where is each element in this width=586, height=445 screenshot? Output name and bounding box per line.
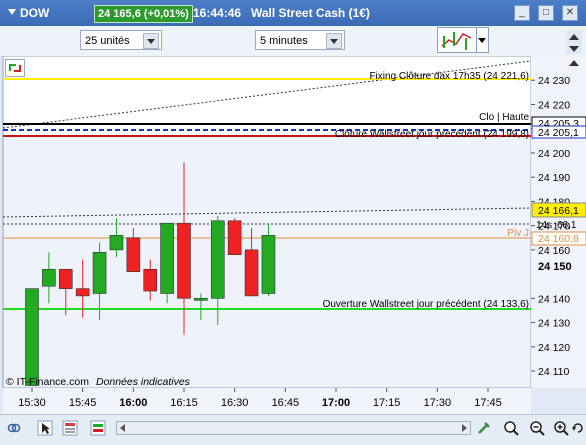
candle-down (177, 222, 191, 299)
chart-canvas: 15:30 15:45 16:00 16:15 16:30 16:45 17:00 17:15… (2, 55, 586, 414)
arrow-icon[interactable] (37, 420, 53, 436)
close-button[interactable]: ✕ (562, 5, 578, 21)
zoom-out-icon[interactable] (553, 420, 569, 436)
candle-down (126, 237, 141, 272)
y-tick-label: 24 160 (538, 245, 570, 257)
candle-up (42, 268, 56, 287)
zoom-fit-icon[interactable] (503, 420, 519, 436)
copyright-owner: © IT-Finance.com (6, 376, 89, 388)
time-scrollbar[interactable] (116, 421, 471, 435)
x-tick-label: 17:45 (474, 397, 502, 409)
bold-price-label: 24 150 (538, 261, 572, 273)
candle-up (109, 235, 124, 251)
panel-toggle[interactable] (566, 30, 582, 66)
y-tick-label: 24 120 (538, 342, 570, 354)
layers-icon[interactable] (90, 420, 106, 436)
chevron-down-icon[interactable] (143, 33, 159, 49)
x-tick-label: 16:45 (272, 397, 300, 409)
zoom-in-icon[interactable] (529, 420, 545, 436)
y-tick-label: 24 190 (538, 172, 570, 184)
pivot-annotation: Piv J (507, 228, 529, 239)
swap-icon (9, 64, 21, 72)
x-tick-label: 17:30 (424, 397, 452, 409)
status-bar (0, 414, 586, 445)
toolbar: 25 unités 5 minutes (0, 26, 586, 56)
candle-down (75, 288, 90, 297)
current-price-label: 24 166,1 (538, 205, 579, 217)
symbol-dropdown-icon[interactable] (8, 9, 16, 15)
x-tick-label: 15:30 (18, 397, 46, 409)
y-tick-label: 24 220 (538, 99, 570, 111)
candle-up (160, 222, 174, 294)
fixing-annotation: Fixing Clôture dax 17h35 (24 221,6) (369, 71, 529, 82)
title-bar: DOW 24 165,6 (+0,01%) 16:44:46 Wall Stre… (0, 0, 586, 27)
maximize-button[interactable]: □ (538, 5, 554, 21)
symbol-label[interactable]: DOW (20, 6, 49, 20)
interval-select[interactable]: 5 minutes (255, 30, 345, 50)
candle-up (210, 220, 225, 299)
clock-time: 16:44:46 (193, 6, 242, 20)
x-tick-label: 17:15 (373, 397, 401, 409)
units-select[interactable]: 25 unités (80, 30, 162, 50)
x-tick-label: 16:30 (221, 397, 249, 409)
y-tick-label: 24 200 (538, 148, 570, 160)
units-value: 25 unités (85, 35, 130, 47)
x-tick-label: 16:15 (170, 397, 198, 409)
chart-type-icon (441, 32, 472, 50)
link-icon[interactable] (6, 420, 22, 436)
candle-up (261, 235, 276, 294)
ouverture-annotation: Ouverture Wallstreet jour précédent (24 … (323, 299, 529, 310)
scroll-left-icon[interactable] (120, 424, 125, 432)
indicative-note: Données indicatives (96, 376, 191, 388)
table-icon[interactable] (62, 420, 78, 436)
candle-up (92, 251, 107, 294)
price-badge: 24 165,6 (+0,01%) (94, 5, 193, 23)
cloture-annotation: Clôture Wallstreet jour précédent (24 19… (335, 129, 529, 140)
clo-haute-annotation: Clo | Haute (479, 112, 529, 123)
interval-value: 5 minutes (260, 35, 308, 47)
instrument-name: Wall Street Cash (1€) (251, 6, 370, 20)
candle-down (227, 220, 242, 256)
countdown-price: 66,1 (557, 220, 577, 231)
pivot-price-label: 24 160,8 (538, 233, 579, 245)
countdown-label: 14s (536, 220, 552, 231)
candle-down (58, 268, 73, 289)
prev-close-price-label: 24 205,1 (538, 127, 579, 139)
copyright-text: © IT-Finance.com Données indicatives (6, 376, 191, 388)
candle-down (143, 268, 158, 292)
chart-type-dropdown[interactable] (476, 27, 489, 53)
scroll-arrows-icon (569, 34, 579, 66)
swap-button[interactable] (5, 59, 25, 77)
x-tick-label: 17:00 (322, 397, 350, 409)
candle-down (244, 249, 259, 297)
y-tick-label: 24 130 (538, 318, 570, 330)
candle-up (25, 288, 39, 386)
y-tick-label: 24 140 (538, 293, 570, 305)
y-tick-label: 24 110 (538, 366, 569, 378)
minimize-button[interactable]: _ (514, 5, 530, 21)
tool-icon[interactable] (476, 420, 492, 436)
price-chart: 15:30 15:45 16:00 16:15 16:30 16:45 17:00 17:15… (0, 30, 586, 445)
scroll-right-icon[interactable] (462, 424, 467, 432)
chart-type-button[interactable] (437, 27, 477, 53)
candle-up (194, 298, 208, 301)
x-tick-label: 16:00 (119, 397, 147, 409)
x-tick-label: 15:45 (69, 397, 97, 409)
chevron-down-icon[interactable] (326, 33, 342, 49)
refresh-icon[interactable] (570, 420, 586, 436)
